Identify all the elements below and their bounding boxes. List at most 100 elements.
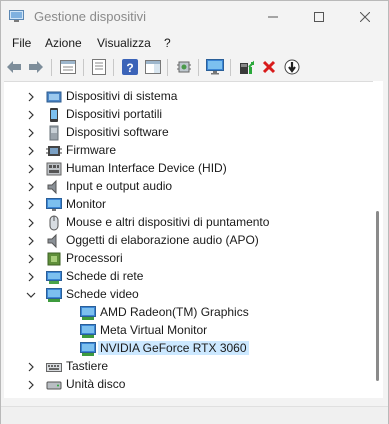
- disable-device-button[interactable]: [282, 57, 302, 77]
- uninstall-device-button[interactable]: [259, 57, 279, 77]
- device-item-meta-virtual-monitor[interactable]: Meta Virtual Monitor: [4, 322, 370, 340]
- tree-item-label: Dispositivi portatili: [66, 107, 163, 121]
- device-item-amd-radeon-tm-graphics[interactable]: AMD Radeon(TM) Graphics: [4, 304, 370, 322]
- network-adapter-icon: [46, 271, 62, 284]
- device-item-nvidia-geforce-rtx-3060[interactable]: NVIDIA GeForce RTX 3060: [4, 340, 370, 358]
- action-pane-button[interactable]: [143, 57, 163, 77]
- tree-item-label: Processori: [66, 251, 123, 265]
- tree-item-label: Oggetti di elaborazione audio (APO): [66, 233, 259, 247]
- tree-item-label: Mouse e altri dispositivi di puntamento: [66, 215, 270, 229]
- category-item-oggetti-di-elaborazione-audio-apo[interactable]: Oggetti di elaborazione audio (APO): [4, 232, 370, 250]
- category-item-dispositivi-software[interactable]: Dispositivi software: [4, 124, 370, 142]
- category-item-dispositivi-portatili[interactable]: Dispositivi portatili: [4, 106, 370, 124]
- tree-item-label: Unità disco: [66, 377, 126, 391]
- toolbar: ?: [1, 53, 388, 81]
- category-item-firmware[interactable]: Firmware: [4, 142, 370, 160]
- chevron-right-icon[interactable]: [26, 146, 36, 156]
- menu-bar: File Azione Visualizza ?: [1, 33, 388, 53]
- toolbar-separator: [230, 59, 231, 76]
- horizontal-scrollbar[interactable]: [4, 398, 383, 406]
- tree-item-label: AMD Radeon(TM) Graphics: [100, 305, 249, 319]
- scan-hardware-icon: [177, 61, 191, 73]
- tree-item-label: Dispositivi software: [66, 125, 169, 139]
- vertical-scrollbar[interactable]: [373, 81, 383, 397]
- tree-item-label: Firmware: [66, 143, 116, 157]
- toolbar-separator: [83, 59, 84, 76]
- chevron-down-icon[interactable]: [26, 290, 36, 300]
- chevron-right-icon[interactable]: [26, 254, 36, 264]
- chevron-right-icon[interactable]: [26, 236, 36, 246]
- status-bar: [1, 406, 388, 424]
- uninstall-device-icon: [262, 60, 276, 74]
- chevron-right-icon[interactable]: [26, 272, 36, 282]
- print-view-button[interactable]: [89, 57, 109, 77]
- firmware-icon: [46, 146, 62, 156]
- menu-visualizza[interactable]: Visualizza: [97, 36, 151, 50]
- disk-drive-icon: [46, 381, 62, 390]
- monitor-icon: [46, 198, 62, 211]
- chevron-right-icon[interactable]: [26, 92, 36, 102]
- portable-devices-icon: [50, 108, 58, 122]
- display-adapter-icon: [46, 288, 62, 302]
- chevron-right-icon[interactable]: [26, 182, 36, 192]
- menu-file[interactable]: File: [12, 36, 31, 50]
- menu-help[interactable]: ?: [164, 36, 171, 50]
- disable-device-icon: [284, 59, 300, 75]
- device-tree[interactable]: Dispositivi di sistema Dispositivi portat…: [4, 81, 383, 398]
- category-item-schede-di-rete[interactable]: Schede di rete: [4, 268, 370, 286]
- tree-item-label: Input e output audio: [66, 179, 173, 193]
- hid-icon: [46, 162, 62, 176]
- chevron-right-icon[interactable]: [26, 128, 36, 138]
- speaker-icon: [47, 233, 57, 249]
- tree-item-label: Dispositivi di sistema: [66, 89, 178, 103]
- properties-icon: [60, 60, 76, 74]
- device-manager-app-icon: [9, 10, 24, 22]
- tree-item-label: Schede video: [66, 287, 139, 301]
- action-pane-icon: [145, 60, 161, 74]
- category-item-processori[interactable]: Processori: [4, 250, 370, 268]
- speaker-icon: [47, 179, 57, 195]
- tree-item-label: Human Interface Device (HID): [66, 161, 227, 175]
- help-button[interactable]: ?: [120, 57, 140, 77]
- category-item-human-interface-device-hid[interactable]: Human Interface Device (HID): [4, 160, 370, 178]
- maximize-icon: [314, 12, 324, 22]
- monitor-button[interactable]: [205, 57, 225, 77]
- update-driver-button[interactable]: [236, 57, 256, 77]
- category-item-input-e-output-audio[interactable]: Input e output audio: [4, 178, 370, 196]
- chevron-right-icon[interactable]: [26, 110, 36, 120]
- system-devices-icon: [46, 91, 62, 103]
- close-button[interactable]: [342, 1, 388, 33]
- menu-azione[interactable]: Azione: [45, 36, 82, 50]
- category-item-dispositivi-di-sistema[interactable]: Dispositivi di sistema: [4, 88, 370, 106]
- maximize-button[interactable]: [296, 1, 342, 33]
- category-item-unit-disco[interactable]: Unità disco: [4, 376, 370, 394]
- minimize-icon: [268, 16, 278, 18]
- category-item-monitor[interactable]: Monitor: [4, 196, 370, 214]
- chevron-right-icon[interactable]: [26, 380, 36, 390]
- chevron-right-icon[interactable]: [26, 218, 36, 228]
- category-item-tastiere[interactable]: Tastiere: [4, 358, 370, 376]
- title-bar: Gestione dispositivi: [1, 1, 388, 33]
- update-driver-icon: [240, 60, 254, 74]
- display-adapter-icon: [80, 306, 96, 320]
- chevron-right-icon[interactable]: [26, 200, 36, 210]
- monitor-icon: [206, 59, 224, 75]
- close-icon: [360, 12, 370, 22]
- toolbar-separator: [51, 59, 52, 76]
- toolbar-separator: [167, 59, 168, 76]
- category-item-schede-video[interactable]: Schede video: [4, 286, 370, 304]
- chevron-right-icon[interactable]: [26, 164, 36, 174]
- minimize-button[interactable]: [250, 1, 296, 33]
- chevron-right-icon[interactable]: [26, 362, 36, 372]
- print-view-icon: [92, 59, 106, 75]
- scan-hardware-button[interactable]: [174, 57, 194, 77]
- properties-button[interactable]: [58, 57, 78, 77]
- toolbar-separator: [198, 59, 199, 76]
- software-devices-icon: [49, 125, 59, 141]
- tree-item-label: Tastiere: [66, 359, 109, 373]
- scroll-thumb[interactable]: [376, 211, 379, 381]
- forward-button[interactable]: [26, 57, 46, 77]
- back-button[interactable]: [4, 57, 24, 77]
- category-item-mouse-e-altri-dispositivi-di-puntamento[interactable]: Mouse e altri dispositivi di puntamento: [4, 214, 370, 232]
- keyboard-icon: [46, 363, 62, 372]
